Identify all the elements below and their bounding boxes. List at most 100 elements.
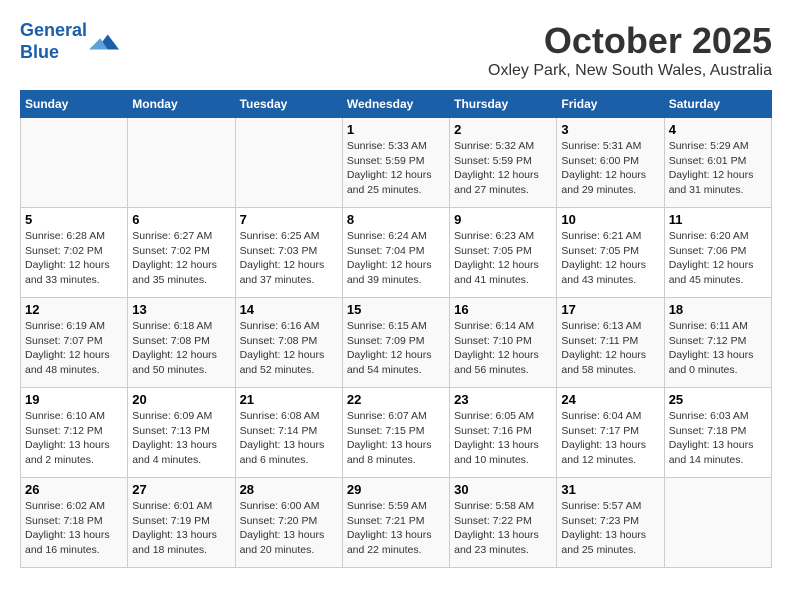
day-number: 22 — [347, 392, 445, 407]
day-number: 26 — [25, 482, 123, 497]
week-row-3: 12 Sunrise: 6:19 AMSunset: 7:07 PMDayligh… — [21, 298, 772, 388]
logo-icon — [89, 27, 119, 57]
calendar-cell: 8 Sunrise: 6:24 AMSunset: 7:04 PMDaylight… — [342, 208, 449, 298]
calendar-cell — [21, 118, 128, 208]
calendar-body: 1 Sunrise: 5:33 AMSunset: 5:59 PMDaylight… — [21, 118, 772, 568]
day-info: Sunrise: 6:05 AMSunset: 7:16 PMDaylight:… — [454, 409, 552, 468]
day-number: 25 — [669, 392, 767, 407]
day-number: 20 — [132, 392, 230, 407]
calendar-cell: 29 Sunrise: 5:59 AMSunset: 7:21 PMDayligh… — [342, 478, 449, 568]
day-info: Sunrise: 6:04 AMSunset: 7:17 PMDaylight:… — [561, 409, 659, 468]
day-info: Sunrise: 6:01 AMSunset: 7:19 PMDaylight:… — [132, 499, 230, 558]
calendar-cell: 30 Sunrise: 5:58 AMSunset: 7:22 PMDayligh… — [450, 478, 557, 568]
day-info: Sunrise: 6:24 AMSunset: 7:04 PMDaylight:… — [347, 229, 445, 288]
calendar-cell: 16 Sunrise: 6:14 AMSunset: 7:10 PMDayligh… — [450, 298, 557, 388]
header-cell-thursday: Thursday — [450, 91, 557, 118]
day-number: 6 — [132, 212, 230, 227]
week-row-5: 26 Sunrise: 6:02 AMSunset: 7:18 PMDayligh… — [21, 478, 772, 568]
page-title: October 2025 — [488, 20, 772, 62]
day-number: 10 — [561, 212, 659, 227]
header-row: SundayMondayTuesdayWednesdayThursdayFrid… — [21, 91, 772, 118]
day-info: Sunrise: 6:03 AMSunset: 7:18 PMDaylight:… — [669, 409, 767, 468]
day-info: Sunrise: 6:20 AMSunset: 7:06 PMDaylight:… — [669, 229, 767, 288]
calendar-cell: 31 Sunrise: 5:57 AMSunset: 7:23 PMDayligh… — [557, 478, 664, 568]
page-subtitle: Oxley Park, New South Wales, Australia — [488, 62, 772, 80]
day-number: 3 — [561, 122, 659, 137]
calendar-cell: 3Sunrise: 5:31 AMSunset: 6:00 PMDaylight… — [557, 118, 664, 208]
calendar-cell: 13 Sunrise: 6:18 AMSunset: 7:08 PMDayligh… — [128, 298, 235, 388]
day-number: 30 — [454, 482, 552, 497]
day-number: 19 — [25, 392, 123, 407]
day-number: 17 — [561, 302, 659, 317]
day-number: 18 — [669, 302, 767, 317]
calendar-table: SundayMondayTuesdayWednesdayThursdayFrid… — [20, 90, 772, 568]
calendar-cell: 20 Sunrise: 6:09 AMSunset: 7:13 PMDayligh… — [128, 388, 235, 478]
day-number: 24 — [561, 392, 659, 407]
calendar-cell: 7Sunrise: 6:25 AMSunset: 7:03 PMDaylight… — [235, 208, 342, 298]
calendar-cell — [664, 478, 771, 568]
day-info: Sunrise: 6:16 AMSunset: 7:08 PMDaylight:… — [240, 319, 338, 378]
day-number: 23 — [454, 392, 552, 407]
header-cell-sunday: Sunday — [21, 91, 128, 118]
day-info: Sunrise: 5:58 AMSunset: 7:22 PMDaylight:… — [454, 499, 552, 558]
day-info: Sunrise: 6:08 AMSunset: 7:14 PMDaylight:… — [240, 409, 338, 468]
day-info: Sunrise: 6:09 AMSunset: 7:13 PMDaylight:… — [132, 409, 230, 468]
header-cell-friday: Friday — [557, 91, 664, 118]
calendar-cell: 22 Sunrise: 6:07 AMSunset: 7:15 PMDayligh… — [342, 388, 449, 478]
day-number: 29 — [347, 482, 445, 497]
day-number: 13 — [132, 302, 230, 317]
calendar-cell: 25 Sunrise: 6:03 AMSunset: 7:18 PMDayligh… — [664, 388, 771, 478]
day-info: Sunrise: 5:29 AMSunset: 6:01 PMDaylight:… — [669, 139, 767, 198]
calendar-cell: 14 Sunrise: 6:16 AMSunset: 7:08 PMDayligh… — [235, 298, 342, 388]
calendar-cell: 10 Sunrise: 6:21 AMSunset: 7:05 PMDayligh… — [557, 208, 664, 298]
day-info: Sunrise: 6:28 AMSunset: 7:02 PMDaylight:… — [25, 229, 123, 288]
day-info: Sunrise: 6:14 AMSunset: 7:10 PMDaylight:… — [454, 319, 552, 378]
calendar-cell: 26 Sunrise: 6:02 AMSunset: 7:18 PMDayligh… — [21, 478, 128, 568]
day-info: Sunrise: 6:10 AMSunset: 7:12 PMDaylight:… — [25, 409, 123, 468]
calendar-cell: 5 Sunrise: 6:28 AMSunset: 7:02 PMDaylight… — [21, 208, 128, 298]
calendar-cell: 9Sunrise: 6:23 AMSunset: 7:05 PMDaylight… — [450, 208, 557, 298]
day-number: 8 — [347, 212, 445, 227]
calendar-cell: 19 Sunrise: 6:10 AMSunset: 7:12 PMDayligh… — [21, 388, 128, 478]
page-header: General Blue October 2025 Oxley Park, Ne… — [20, 20, 772, 80]
calendar-cell: 28Sunrise: 6:00 AMSunset: 7:20 PMDayligh… — [235, 478, 342, 568]
day-number: 31 — [561, 482, 659, 497]
calendar-cell — [235, 118, 342, 208]
day-info: Sunrise: 6:07 AMSunset: 7:15 PMDaylight:… — [347, 409, 445, 468]
day-info: Sunrise: 5:57 AMSunset: 7:23 PMDaylight:… — [561, 499, 659, 558]
day-info: Sunrise: 5:59 AMSunset: 7:21 PMDaylight:… — [347, 499, 445, 558]
calendar-cell: 23 Sunrise: 6:05 AMSunset: 7:16 PMDayligh… — [450, 388, 557, 478]
day-number: 7 — [240, 212, 338, 227]
calendar-cell: 6Sunrise: 6:27 AMSunset: 7:02 PMDaylight… — [128, 208, 235, 298]
day-number: 27 — [132, 482, 230, 497]
calendar-cell — [128, 118, 235, 208]
day-number: 14 — [240, 302, 338, 317]
header-cell-tuesday: Tuesday — [235, 91, 342, 118]
day-number: 1 — [347, 122, 445, 137]
calendar-cell: 11 Sunrise: 6:20 AMSunset: 7:06 PMDayligh… — [664, 208, 771, 298]
header-cell-monday: Monday — [128, 91, 235, 118]
calendar-cell: 17Sunrise: 6:13 AMSunset: 7:11 PMDayligh… — [557, 298, 664, 388]
calendar-cell: 2 Sunrise: 5:32 AMSunset: 5:59 PMDaylight… — [450, 118, 557, 208]
day-number: 5 — [25, 212, 123, 227]
logo: General Blue — [20, 20, 119, 63]
header-cell-wednesday: Wednesday — [342, 91, 449, 118]
day-info: Sunrise: 5:33 AMSunset: 5:59 PMDaylight:… — [347, 139, 445, 198]
day-info: Sunrise: 6:02 AMSunset: 7:18 PMDaylight:… — [25, 499, 123, 558]
day-number: 16 — [454, 302, 552, 317]
calendar-header: SundayMondayTuesdayWednesdayThursdayFrid… — [21, 91, 772, 118]
week-row-4: 19 Sunrise: 6:10 AMSunset: 7:12 PMDayligh… — [21, 388, 772, 478]
day-number: 11 — [669, 212, 767, 227]
day-info: Sunrise: 6:18 AMSunset: 7:08 PMDaylight:… — [132, 319, 230, 378]
day-number: 12 — [25, 302, 123, 317]
day-number: 2 — [454, 122, 552, 137]
logo-text: General Blue — [20, 20, 87, 63]
day-info: Sunrise: 6:21 AMSunset: 7:05 PMDaylight:… — [561, 229, 659, 288]
day-info: Sunrise: 5:32 AMSunset: 5:59 PMDaylight:… — [454, 139, 552, 198]
calendar-cell: 24 Sunrise: 6:04 AMSunset: 7:17 PMDayligh… — [557, 388, 664, 478]
week-row-1: 1 Sunrise: 5:33 AMSunset: 5:59 PMDaylight… — [21, 118, 772, 208]
calendar-cell: 12 Sunrise: 6:19 AMSunset: 7:07 PMDayligh… — [21, 298, 128, 388]
calendar-cell: 18Sunrise: 6:11 AMSunset: 7:12 PMDayligh… — [664, 298, 771, 388]
day-info: Sunrise: 6:23 AMSunset: 7:05 PMDaylight:… — [454, 229, 552, 288]
day-info: Sunrise: 6:19 AMSunset: 7:07 PMDaylight:… — [25, 319, 123, 378]
